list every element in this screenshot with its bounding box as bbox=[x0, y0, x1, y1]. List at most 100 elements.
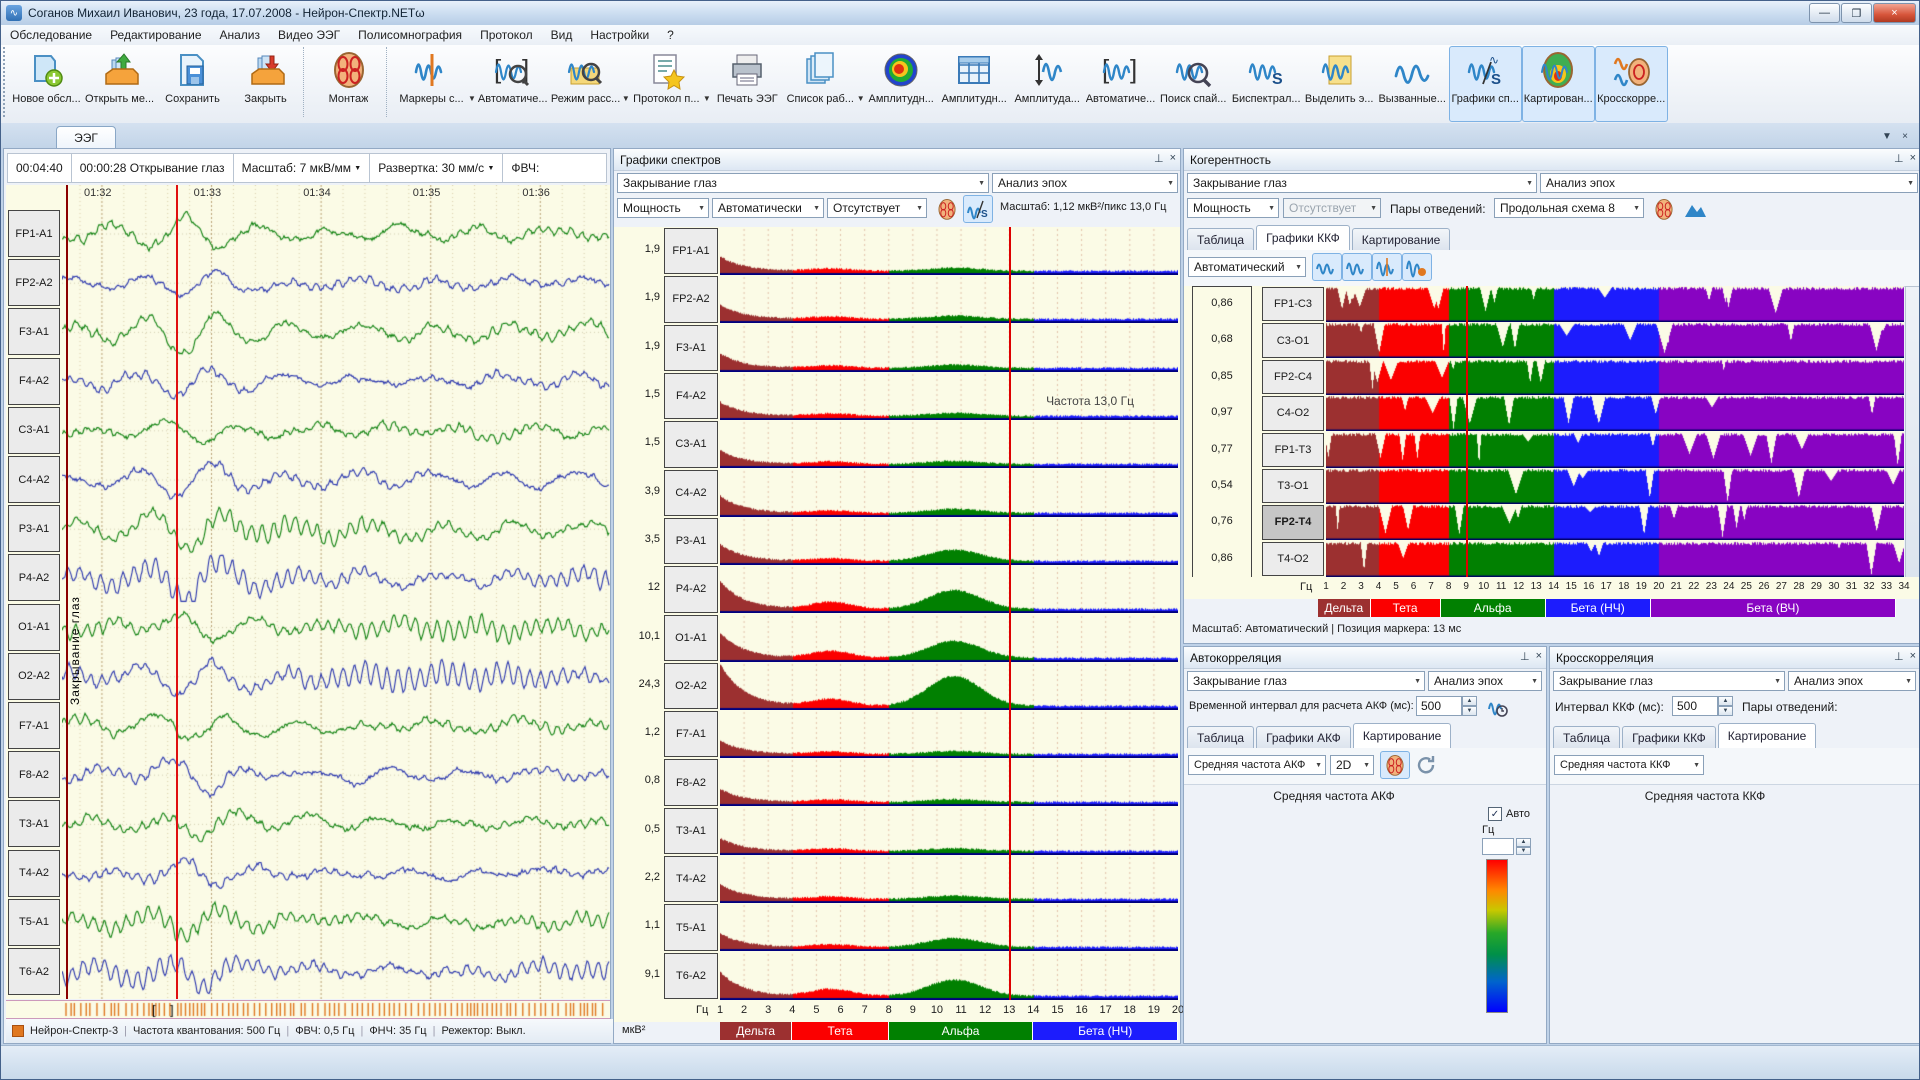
spectrum-row-chart[interactable] bbox=[720, 903, 1178, 951]
spectrum-row-chart[interactable] bbox=[720, 662, 1178, 710]
eeg-channel-label[interactable]: C3-A1 bbox=[8, 407, 60, 454]
eeg-channel-label[interactable]: F3-A1 bbox=[8, 308, 60, 355]
toolbar-button-19[interactable]: Вызванные... bbox=[1376, 46, 1449, 122]
spectrum-row-channel[interactable]: F4-A2 bbox=[664, 373, 718, 419]
toolbar-button-4[interactable]: Закрыть bbox=[229, 46, 302, 122]
toolbar-button-20[interactable]: S∿Графики сп... bbox=[1449, 46, 1522, 122]
coherence-row-chart[interactable] bbox=[1326, 322, 1904, 358]
acf-colorbar-max-input[interactable] bbox=[1482, 838, 1514, 855]
spectra-probe-combo[interactable]: Закрывание глаз▼ bbox=[617, 173, 989, 193]
close-icon[interactable]: × bbox=[1910, 152, 1916, 165]
spectrum-row-chart[interactable] bbox=[720, 275, 1178, 323]
dropdown-arrow-icon[interactable]: ▼ bbox=[703, 94, 711, 103]
spectrum-row-channel[interactable]: O2-A2 bbox=[664, 663, 718, 709]
coherence-mode-combo[interactable]: Анализ эпох▼ bbox=[1540, 173, 1918, 193]
spectrum-row-channel[interactable]: F8-A2 bbox=[664, 759, 718, 805]
coherence-row-pair[interactable]: C3-O1 bbox=[1262, 323, 1324, 357]
acf-dim-combo[interactable]: 2D▼ bbox=[1330, 755, 1374, 775]
refresh-icon[interactable] bbox=[1412, 751, 1442, 779]
acf-interval-input[interactable]: 500 bbox=[1416, 696, 1462, 716]
eeg-channel-label[interactable]: T3-A1 bbox=[8, 800, 60, 847]
eeg-channel-label[interactable]: T6-A2 bbox=[8, 948, 60, 995]
coherence-row-chart[interactable] bbox=[1326, 432, 1904, 468]
wave-style-1-icon[interactable] bbox=[1312, 253, 1342, 281]
eeg-channel-label[interactable]: F4-A2 bbox=[8, 358, 60, 405]
coherence-pairs-combo[interactable]: Продольная схема 8▼ bbox=[1494, 198, 1644, 218]
coherence-smoothing-combo[interactable]: Отсутствует▼ bbox=[1283, 198, 1381, 218]
spectrum-row-chart[interactable] bbox=[720, 807, 1178, 855]
toolbar-button-14[interactable]: Амплитуда... bbox=[1011, 46, 1084, 122]
coherence-row-pair[interactable]: FP2-C4 bbox=[1262, 360, 1324, 394]
eeg-hpf-combo[interactable]: ФВЧ: bbox=[503, 154, 606, 182]
acf-interval-stepper[interactable]: ▲▼ bbox=[1462, 696, 1477, 716]
ccf-interval-input[interactable]: 500 bbox=[1672, 696, 1718, 716]
toolbar-button-6[interactable]: Маркеры с... bbox=[395, 46, 468, 122]
close-icon[interactable]: × bbox=[1170, 152, 1176, 165]
coherence-tab-3[interactable]: Картирование bbox=[1352, 228, 1451, 250]
eeg-channel-label[interactable]: T4-A2 bbox=[8, 850, 60, 897]
spectrum-row-channel[interactable]: P4-A2 bbox=[664, 566, 718, 612]
spectrum-row-chart[interactable] bbox=[720, 710, 1178, 758]
pin-icon[interactable]: ⊥ bbox=[1154, 152, 1164, 165]
spectrum-row-channel[interactable]: T4-A2 bbox=[664, 856, 718, 902]
spectrum-row-chart[interactable] bbox=[720, 565, 1178, 613]
acf-measure-combo[interactable]: Средняя частота АКФ▼ bbox=[1188, 755, 1326, 775]
eeg-channel-label[interactable]: P3-A1 bbox=[8, 505, 60, 552]
spectra-charts[interactable]: 1,9FP1-A11,9FP2-A21,9F3-A11,5F4-A21,5C3-… bbox=[614, 227, 1180, 1000]
spectra-measure-combo[interactable]: Мощность▼ bbox=[617, 198, 709, 218]
spectra-marker-line[interactable] bbox=[1009, 227, 1011, 1000]
coherence-row-pair[interactable]: FP2-T4 bbox=[1262, 505, 1324, 539]
menu-item-1[interactable]: Обследование bbox=[1, 28, 101, 42]
eeg-channel-label[interactable]: FP2-A2 bbox=[8, 259, 60, 306]
menu-item-5[interactable]: Полисомнография bbox=[349, 28, 471, 42]
spectrum-row-channel[interactable]: P3-A1 bbox=[664, 518, 718, 564]
coherence-row-pair[interactable]: T3-O1 bbox=[1262, 469, 1324, 503]
coherence-row-pair[interactable]: C4-O2 bbox=[1262, 396, 1324, 430]
coherence-tab-1[interactable]: Таблица bbox=[1187, 228, 1254, 250]
spectrum-row-channel[interactable]: O1-A1 bbox=[664, 615, 718, 661]
coherence-charts[interactable]: 0,86FP1-C30,68C3-O10,85FP2-C40,97C4-O20,… bbox=[1184, 286, 1904, 577]
toolbar-button-16[interactable]: Поиск спай... bbox=[1157, 46, 1230, 122]
minimize-button[interactable]: — bbox=[1809, 3, 1840, 23]
close-icon[interactable]: × bbox=[1910, 650, 1916, 663]
coherence-measure-combo[interactable]: Мощность▼ bbox=[1187, 198, 1279, 218]
coherence-row-pair[interactable]: T4-O2 bbox=[1262, 542, 1324, 576]
eeg-channel-label[interactable]: P4-A2 bbox=[8, 554, 60, 601]
toolbar-button-10[interactable]: Печать ЭЭГ bbox=[711, 46, 784, 122]
eeg-trace-area[interactable]: FP1-A1FP2-A2F3-A1F4-A2C3-A1C4-A2P3-A1P4-… bbox=[6, 185, 610, 999]
toolbar-button-18[interactable]: Выделить э... bbox=[1303, 46, 1376, 122]
coherence-row-chart[interactable] bbox=[1326, 395, 1904, 431]
toolbar-button-3[interactable]: Сохранить bbox=[156, 46, 229, 122]
eeg-cursor-line[interactable] bbox=[176, 185, 178, 999]
toolbar-button-7[interactable]: []Автоматиче... bbox=[476, 46, 549, 122]
menu-item-3[interactable]: Анализ bbox=[211, 28, 270, 42]
menu-item-9[interactable]: ? bbox=[658, 28, 683, 42]
menu-item-6[interactable]: Протокол bbox=[471, 28, 542, 42]
maximize-button[interactable]: ❐ bbox=[1841, 3, 1872, 23]
toolbar-button-21[interactable]: Картирован... bbox=[1522, 46, 1595, 122]
coherence-row-chart[interactable] bbox=[1326, 359, 1904, 395]
wave-style-2-icon[interactable] bbox=[1342, 253, 1372, 281]
eeg-channel-label[interactable]: O2-A2 bbox=[8, 653, 60, 700]
toolbar-button-8[interactable]: Режим расс... bbox=[549, 46, 622, 122]
checkbox-icon[interactable]: ✓ bbox=[1488, 807, 1502, 821]
wave-clock-icon[interactable] bbox=[1482, 693, 1512, 721]
toolbar-button-9[interactable]: Протокол п... bbox=[630, 46, 703, 122]
pin-icon[interactable]: ⊥ bbox=[1520, 650, 1530, 663]
wave-spectrum-icon[interactable]: S bbox=[963, 195, 993, 223]
toolbar-button-22[interactable]: Кросскорре... bbox=[1595, 46, 1668, 122]
coherence-probe-combo[interactable]: Закрывание глаз▼ bbox=[1187, 173, 1537, 193]
eeg-sweep-combo[interactable]: Развертка: 30 мм/с ▼ bbox=[370, 154, 503, 182]
coherence-row-chart[interactable] bbox=[1326, 504, 1904, 540]
eeg-scale-combo[interactable]: Масштаб: 7 мкВ/мм ▼ bbox=[234, 154, 371, 182]
autocorr-mode-combo[interactable]: Анализ эпох▼ bbox=[1428, 671, 1542, 691]
head-icon[interactable] bbox=[932, 195, 962, 223]
coherence-row-pair[interactable]: FP1-C3 bbox=[1262, 287, 1324, 321]
toolbar-button-12[interactable]: Амплитудн... bbox=[865, 46, 938, 122]
spectrum-row-channel[interactable]: T6-A2 bbox=[664, 953, 718, 999]
eeg-channel-label[interactable]: F8-A2 bbox=[8, 751, 60, 798]
toolbar-button-11[interactable]: Список раб... bbox=[784, 46, 857, 122]
spectrum-row-channel[interactable]: F3-A1 bbox=[664, 325, 718, 371]
coherence-row-chart[interactable] bbox=[1326, 541, 1904, 577]
head-icon[interactable] bbox=[1380, 751, 1410, 779]
